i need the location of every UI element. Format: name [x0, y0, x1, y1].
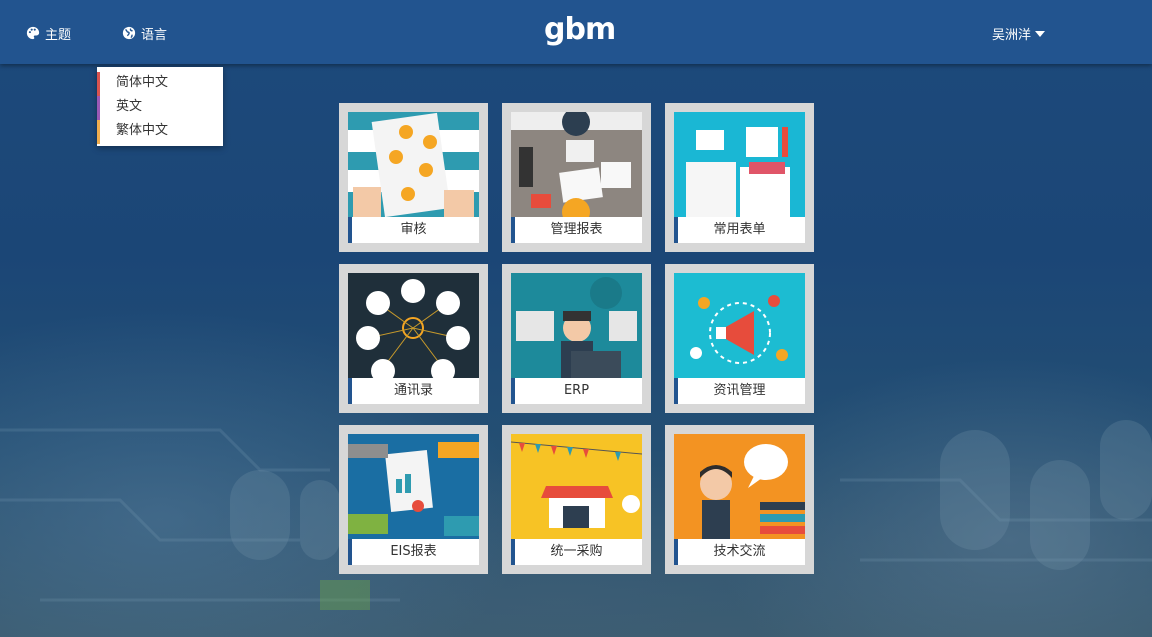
- tile-erp[interactable]: ERP: [502, 264, 651, 413]
- option-color-bar: [97, 120, 100, 144]
- tile-audit[interactable]: 审核: [339, 103, 488, 252]
- tile-label-text: 审核: [400, 222, 427, 237]
- document-review-illustration: [348, 112, 479, 217]
- tile-tech-exchange[interactable]: 技术交流: [665, 425, 814, 574]
- option-label: 简体中文: [116, 75, 169, 90]
- label-accent-bar: [674, 378, 678, 404]
- language-button[interactable]: 语言: [122, 22, 167, 44]
- megaphone-illustration: [674, 273, 805, 378]
- tile-label-text: 技术交流: [713, 544, 766, 559]
- label-accent-bar: [674, 217, 678, 243]
- label-accent-bar: [511, 217, 515, 243]
- tile-information-management[interactable]: 资讯管理: [665, 264, 814, 413]
- tile-common-forms[interactable]: 常用表单: [665, 103, 814, 252]
- globe-icon: [122, 26, 136, 40]
- language-option-traditional-chinese[interactable]: 繁体中文: [97, 120, 223, 144]
- tile-label: 管理报表: [511, 217, 642, 243]
- option-color-bar: [97, 96, 100, 120]
- label-accent-bar: [348, 217, 352, 243]
- tile-label: EIS报表: [348, 539, 479, 565]
- label-accent-bar: [348, 378, 352, 404]
- theme-button[interactable]: 主题: [26, 22, 71, 44]
- tile-label-text: ERP: [563, 383, 590, 398]
- shop-purchase-illustration: [511, 434, 642, 539]
- option-label: 繁体中文: [116, 123, 169, 138]
- label-accent-bar: [674, 539, 678, 565]
- option-color-bar: [97, 72, 100, 96]
- tile-label-text: 常用表单: [713, 222, 766, 237]
- top-navbar: 主题 语言 gbm 吴洲洋: [0, 0, 1152, 64]
- label-accent-bar: [511, 539, 515, 565]
- language-option-simplified-chinese[interactable]: 简体中文: [97, 72, 223, 96]
- tile-label-text: 资讯管理: [713, 383, 766, 398]
- tile-management-reports[interactable]: 管理报表: [502, 103, 651, 252]
- tile-label: 常用表单: [674, 217, 805, 243]
- tile-label-text: 通讯录: [393, 383, 433, 398]
- tile-label: 审核: [348, 217, 479, 243]
- tile-label-text: 统一采购: [550, 544, 603, 559]
- erp-developer-illustration: [511, 273, 642, 378]
- user-menu-button[interactable]: 吴洲洋: [992, 24, 1046, 43]
- user-name: 吴洲洋: [992, 28, 1032, 43]
- tile-label: 通讯录: [348, 378, 479, 404]
- speech-bubble-illustration: [674, 434, 805, 539]
- option-label: 英文: [116, 99, 143, 114]
- language-label: 语言: [141, 27, 168, 43]
- tile-label: 统一采购: [511, 539, 642, 565]
- tile-eis-reports[interactable]: EIS报表: [339, 425, 488, 574]
- tile-contacts[interactable]: 通讯录: [339, 264, 488, 413]
- tile-label: 资讯管理: [674, 378, 805, 404]
- desk-reports-illustration: [511, 112, 642, 217]
- label-accent-bar: [348, 539, 352, 565]
- handshake-charts-illustration: [348, 434, 479, 539]
- tile-label-text: EIS报表: [390, 544, 437, 559]
- language-option-english[interactable]: 英文: [97, 96, 223, 120]
- contacts-network-illustration: [348, 273, 479, 378]
- tile-label: 技术交流: [674, 539, 805, 565]
- theme-label: 主题: [45, 27, 72, 43]
- language-dropdown: 简体中文 英文 繁体中文: [97, 67, 223, 146]
- tile-label-text: 管理报表: [550, 222, 603, 237]
- caret-down-icon: [1035, 30, 1046, 37]
- palette-icon: [26, 26, 40, 40]
- tile-unified-purchasing[interactable]: 统一采购: [502, 425, 651, 574]
- tile-label: ERP: [511, 378, 642, 404]
- forms-illustration: [674, 112, 805, 217]
- gbm-logo[interactable]: gbm: [544, 12, 616, 47]
- label-accent-bar: [511, 378, 515, 404]
